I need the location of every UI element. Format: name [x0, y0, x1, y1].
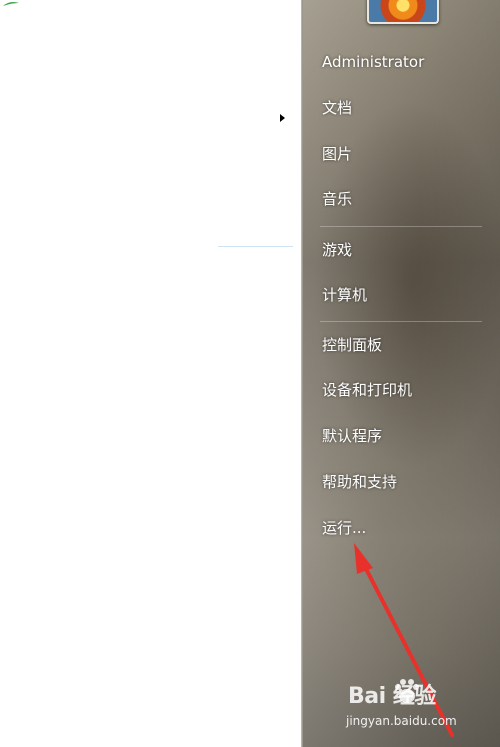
menu-item-control-panel[interactable]: 控制面板	[322, 335, 382, 355]
menu-item-games[interactable]: 游戏	[322, 240, 352, 260]
divider	[218, 246, 293, 247]
menu-item-help-support[interactable]: 帮助和支持	[322, 472, 397, 492]
menu-item-computer[interactable]: 计算机	[322, 285, 367, 305]
program-icon[interactable]	[2, 0, 20, 8]
menu-separator	[320, 321, 482, 322]
menu-item-default-programs[interactable]: 默认程序	[322, 426, 382, 446]
programs-pane	[0, 0, 302, 747]
baidu-jingyan-watermark: Bai 经验 jingyan.baidu.com	[340, 674, 470, 734]
user-avatar[interactable]	[367, 0, 439, 24]
menu-separator	[320, 226, 482, 227]
menu-item-pictures[interactable]: 图片	[322, 144, 352, 164]
menu-item-documents[interactable]: 文档	[322, 98, 352, 118]
menu-item-music[interactable]: 音乐	[322, 189, 352, 209]
watermark-url: jingyan.baidu.com	[346, 714, 457, 728]
menu-item-devices-printers[interactable]: 设备和打印机	[322, 380, 412, 400]
paw-icon	[395, 679, 419, 703]
start-menu-right-pane: Administrator 文档 图片 音乐 游戏 计算机 控制面板 设备和打印…	[303, 0, 500, 747]
submenu-arrow-icon[interactable]	[280, 114, 285, 122]
menu-item-administrator[interactable]: Administrator	[322, 52, 424, 72]
menu-item-run[interactable]: 运行...	[322, 518, 366, 538]
